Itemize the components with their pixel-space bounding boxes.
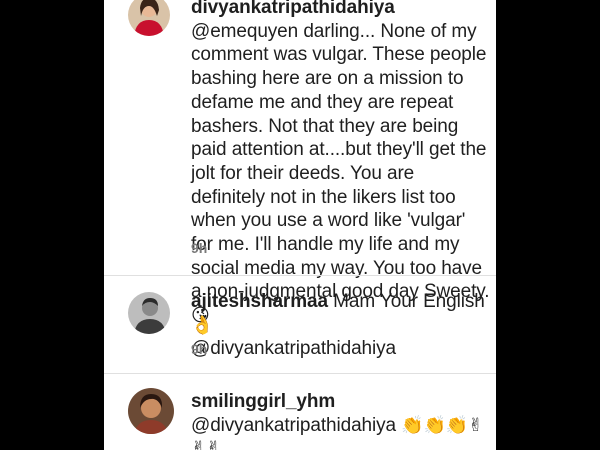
ok-hand-emoji-icon: 👌 (191, 314, 214, 336)
comment-body: Mam Your English (333, 291, 485, 312)
comment-username[interactable]: ajiteshsharmaa (191, 291, 328, 312)
comment-body: darling... None of my comment was vulgar… (191, 20, 490, 303)
comment-text: divyankatripathidahiya @emequyen darling… (191, 0, 491, 328)
girl-avatar-icon (128, 388, 174, 434)
comment-text: ajiteshsharmaa Mam Your English 👌 @divyan… (191, 290, 491, 361)
comment-text: smilinggirl_yhm @divyankatripathidahiya … (191, 390, 491, 450)
woman-red-dress-avatar-icon (128, 0, 170, 36)
avatar[interactable] (128, 292, 170, 334)
comment-username[interactable]: smilinggirl_yhm (191, 391, 335, 412)
comment-mention[interactable]: @emequyen (191, 21, 298, 42)
comment-timestamp: 9h (191, 341, 208, 357)
comment-username[interactable]: divyankatripathidahiya (191, 0, 395, 18)
man-grayscale-avatar-icon (128, 292, 170, 334)
avatar[interactable] (128, 388, 174, 434)
comments-panel: divyankatripathidahiya @emequyen darling… (104, 0, 496, 450)
comment-timestamp: 9h (191, 240, 208, 256)
divider (104, 275, 496, 276)
avatar[interactable] (128, 0, 170, 36)
comment-mention[interactable]: @divyankatripathidahiya (191, 338, 396, 359)
comment-mention[interactable]: @divyankatripathidahiya (191, 415, 396, 436)
divider (104, 373, 496, 374)
